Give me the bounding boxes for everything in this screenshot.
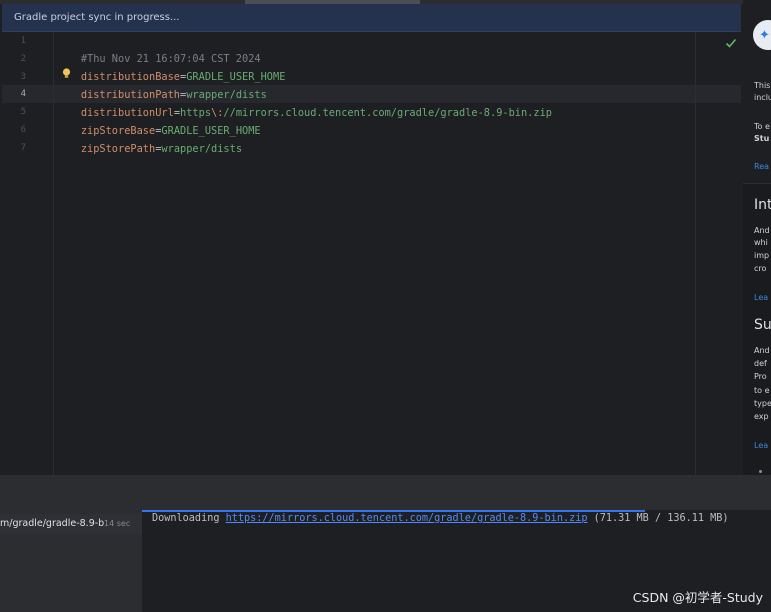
line-number: 2 (20, 54, 26, 64)
assistant-side-panel: ✦ This inclu To e Stu Rea Int And whi im… (743, 0, 771, 475)
sync-status-text: Gradle project sync in progress... (14, 12, 180, 23)
code-line-6[interactable]: zipStorePath=wrapper/dists (56, 122, 242, 176)
download-url-link[interactable]: https://mirrors.cloud.tencent.com/gradle… (226, 513, 588, 524)
check-icon[interactable] (725, 37, 737, 49)
panel-text: And (754, 346, 770, 355)
line-number: 7 (20, 143, 26, 153)
panel-heading: Su (754, 317, 771, 333)
panel-text: To e (754, 122, 770, 131)
more-icon[interactable] (759, 470, 762, 473)
watermark: CSDN @初学者-Study (632, 590, 763, 605)
right-margin-guide (695, 32, 696, 475)
console-prefix: Downloading (152, 513, 226, 524)
code-editor[interactable]: 1 2 3 4 5 6 7 #Thu Nov 21 16:07:04 CST 2… (2, 32, 741, 475)
lightbulb-icon[interactable] (62, 68, 71, 79)
panel-divider (743, 183, 771, 184)
line-number-gutter: 1 2 3 4 5 6 7 (2, 32, 54, 475)
build-tree-panel: m/gradle/gradle-8.9-b 14 sec (0, 510, 142, 612)
build-task-path: m/gradle/gradle-8.9-b (0, 518, 105, 529)
sync-status-banner: Gradle project sync in progress... (2, 4, 741, 32)
panel-text: cro (754, 264, 767, 273)
line-number: 6 (20, 125, 26, 135)
build-task-duration: 14 sec (104, 519, 131, 528)
line-number: 3 (20, 72, 26, 82)
panel-text: to e (754, 386, 770, 395)
panel-link-learn[interactable]: Lea (754, 293, 768, 302)
console-suffix: (71.31 MB / 136.11 MB) (587, 513, 729, 524)
console-line: Downloading https://mirrors.cloud.tencen… (152, 513, 729, 524)
panel-text: def (754, 359, 767, 368)
panel-link-read[interactable]: Rea (754, 162, 769, 171)
panel-link-learn[interactable]: Lea (754, 441, 768, 450)
android-studio-logo-icon: ✦ (753, 20, 771, 50)
tool-window-header (0, 475, 771, 510)
panel-text: inclu (754, 93, 771, 102)
panel-text: Stu (754, 134, 770, 143)
property-key: zipStorePath (80, 143, 156, 155)
build-tree-row[interactable]: m/gradle/gradle-8.9-b 14 sec (0, 514, 142, 534)
panel-text: whi (754, 238, 768, 247)
panel-text: exp (754, 412, 769, 421)
panel-text: And (754, 226, 770, 235)
console-progress-accent (142, 510, 645, 512)
property-value-url: //mirrors.cloud.tencent.com/gradle/gradl… (223, 107, 552, 119)
line-number: 1 (20, 36, 26, 46)
panel-text: This (754, 81, 771, 90)
panel-text: imp (754, 251, 770, 260)
panel-heading: Int (754, 197, 771, 213)
panel-intro-card: ✦ (743, 0, 771, 183)
property-value: wrapper/dists (161, 143, 243, 155)
line-number: 4 (20, 89, 26, 99)
panel-text: type (754, 399, 771, 408)
line-number: 5 (20, 107, 26, 117)
panel-text: Pro (754, 372, 767, 381)
